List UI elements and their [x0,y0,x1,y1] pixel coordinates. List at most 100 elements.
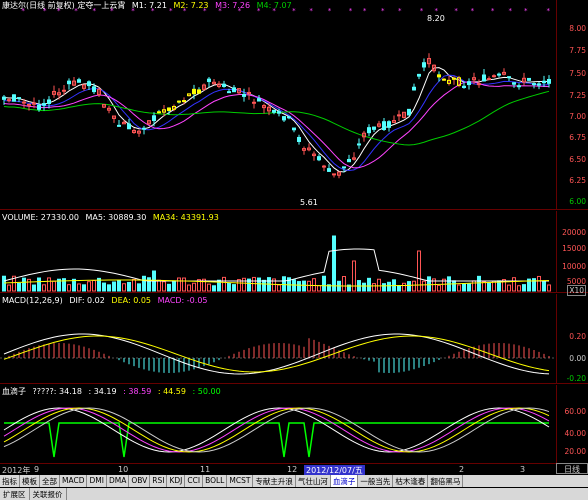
candle-body [12,94,16,102]
signal-mark: * [43,7,47,15]
price-tick: 6.50 [569,155,586,164]
volume-bar [452,280,456,292]
volume-bar [372,283,376,292]
volume-bar [537,275,541,292]
volume-bar [437,284,441,292]
volume-ma5 [3,248,549,282]
volume-bar [402,282,406,292]
candle-body [342,166,346,169]
period-button[interactable]: 日线 [556,463,588,474]
volume-bar [47,277,51,292]
blood-pane: 血滴子 ?????: 34.18 : 34.19 : 38.59 : 44.59… [0,385,588,463]
volume-bar [117,279,121,292]
tab-9[interactable]: CCI [185,475,204,487]
volume-bar [102,282,106,292]
candle-body [482,74,486,82]
candle-body [192,88,196,95]
price-tick: 6.25 [569,176,586,185]
tab-11[interactable]: MCST [227,475,254,487]
bottom-tab-0[interactable]: 扩展区 [0,488,30,500]
candle-body [477,83,481,86]
bottom-tabs: 扩展区 关联报价 [0,488,588,500]
candle-body [507,76,511,79]
volume-bar [407,281,411,292]
candle-body [142,127,146,130]
tab-5[interactable]: DMA [107,475,130,487]
volume-bar [92,279,96,292]
tab-16[interactable]: 枯木逢春 [393,475,429,487]
tab-4[interactable]: DMI [87,475,107,487]
tab-2[interactable]: 全部 [40,475,60,487]
volume-bar [257,277,261,292]
volume-bar [302,280,306,292]
tab-15[interactable]: 一般当先 [358,475,394,487]
candle-body [287,116,291,119]
volume-bar [252,276,256,292]
date-label: 3 [520,465,526,474]
blood-axis: 60.00 40.00 20.00 [556,385,588,463]
tab-10[interactable]: BOLL [203,475,228,487]
volume-bar [77,283,81,292]
tab-17[interactable]: 翻倍黑马 [428,475,464,487]
candle-body [397,114,401,117]
signal-mark: * [151,7,155,15]
date-label: 2 [459,465,465,474]
candle-body [47,99,51,105]
ma-line-1 [3,74,550,172]
candle-body [177,100,181,103]
volume-bar [87,281,91,292]
volume-bar [317,285,321,292]
volume-bar [32,284,36,292]
volume-bar [37,277,41,292]
candle-body [547,78,551,84]
candle-body [232,87,236,93]
volume-bar [17,282,21,292]
volume-bar [427,276,431,292]
tab-7[interactable]: RSI [150,475,168,487]
volume-bar [332,235,336,292]
volume-bar [377,278,381,292]
date-label: 11 [200,465,211,474]
ma-line-3 [3,90,550,146]
volume-bar [412,280,416,292]
tab-0[interactable]: 指标 [0,475,20,487]
signal-mark: * [420,7,424,15]
price-tick: 8.00 [569,24,586,33]
candle-body [152,115,156,122]
volume-chart [2,235,551,292]
bottom-tab-1[interactable]: 关联报价 [30,488,67,500]
candle-body [77,79,81,83]
tab-6[interactable]: OBV [129,475,151,487]
volume-bar [232,284,236,292]
signal-mark: * [21,7,25,15]
high-label: 8.20 [427,14,445,23]
tab-8[interactable]: KDJ [167,475,186,487]
candle-body [517,85,521,88]
price-tick: 6.00 [569,197,586,206]
date-label: 12 [287,465,298,474]
tab-1[interactable]: 模板 [20,475,40,487]
candle-body [252,101,256,104]
volume-bar [182,277,186,292]
signal-mark: * [238,7,242,15]
candle-body [357,143,361,146]
tab-14[interactable]: 血滴子 [330,475,359,487]
signal-mark: * [74,7,78,15]
tab-13[interactable]: 气壮山河 [296,475,331,487]
volume-bar [307,280,311,292]
volume-tick: 15000 [562,244,586,253]
blood-tick: 60.00 [564,407,586,416]
price-tick: 7.00 [569,112,586,121]
signal-mark: * [398,7,402,15]
candle-body [242,93,246,97]
signal-mark: * [471,7,475,15]
volume-pane: VOLUME: 27330.00 MA5: 30889.30 MA34: 433… [0,211,588,296]
candle-body [127,123,131,130]
signal-mark: * [547,7,551,15]
tab-3[interactable]: MACD [60,475,88,487]
volume-bar [262,279,266,292]
tab-12[interactable]: 专献主升浪 [253,475,296,487]
candle-body [537,83,541,86]
signal-mark: * [454,7,458,15]
volume-bar [277,284,281,292]
